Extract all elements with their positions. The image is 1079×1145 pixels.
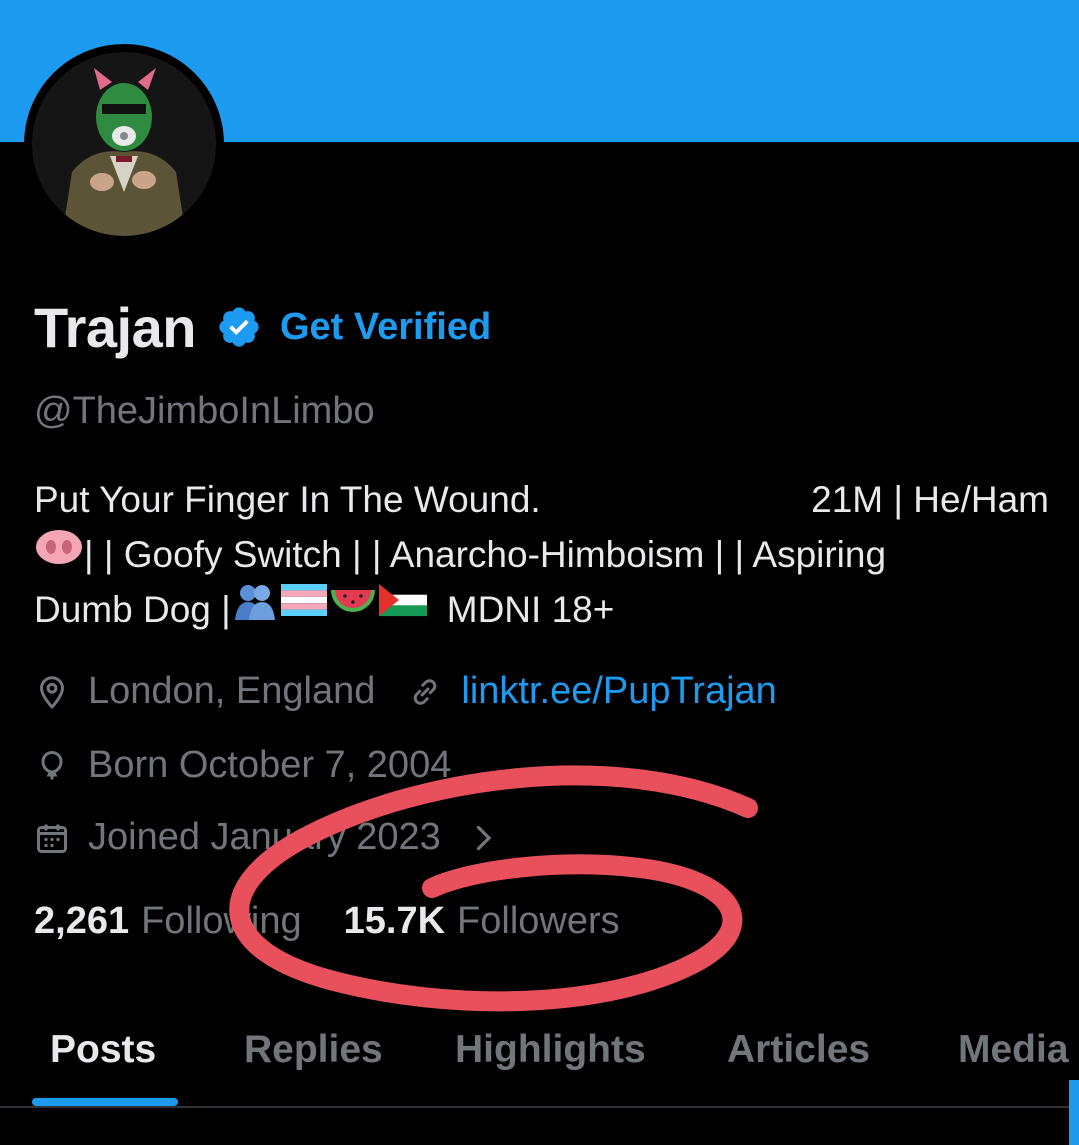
scroll-edge-indicator [1069, 1080, 1079, 1145]
profile-tabs: Posts Replies Highlights Articles Media [0, 1020, 1079, 1108]
bio-line-1: Put Your Finger In The Wound. 21M | He/H… [34, 472, 1049, 527]
meta-row-location: London, England linktr.ee/PupTrajan [34, 670, 777, 713]
bio-text: Put Your Finger In The Wound. [34, 479, 541, 520]
location-pin-icon [39, 675, 65, 709]
meta-row-joined: Joined January 2023 [34, 816, 501, 859]
following-link[interactable]: 2,261 Following [34, 900, 302, 943]
watermelon-icon [330, 590, 375, 612]
bio-text: Dumb Dog | [34, 589, 231, 630]
tabs-divider [0, 1106, 1079, 1108]
link-icon [414, 678, 437, 705]
name-row: Trajan Get Verified [34, 292, 491, 362]
avatar-illustration [32, 52, 216, 236]
following-count: 2,261 [34, 900, 130, 942]
location-text: London, England [88, 670, 376, 712]
avatar-image [32, 52, 216, 236]
calendar-icon [37, 824, 67, 853]
meta-row-birthday: Born October 7, 2004 [34, 744, 451, 787]
display-name: Trajan [34, 295, 196, 359]
joined-text: Joined January 2023 [88, 816, 441, 858]
followers-link[interactable]: 15.7K Followers [344, 900, 620, 943]
palestine-flag-icon [378, 584, 427, 617]
bio-line-2: | | Goofy Switch | | Anarcho-Himboism | … [34, 527, 1049, 582]
follow-stats: 2,261 Following 15.7K Followers [34, 900, 620, 943]
bio: Put Your Finger In The Wound. 21M | He/H… [34, 472, 1049, 637]
bio-text: | | Goofy Switch | | Anarcho-Himboism | … [84, 534, 887, 575]
people-hugging-icon [234, 585, 275, 620]
bio-text: 21M | He/Ham [811, 479, 1049, 520]
tab-replies[interactable]: Replies [244, 1028, 383, 1072]
followers-label: Followers [457, 900, 620, 942]
following-label: Following [141, 900, 302, 942]
tab-media[interactable]: Media [958, 1028, 1069, 1072]
get-verified-link[interactable]: Get Verified [280, 306, 491, 349]
tab-posts[interactable]: Posts [50, 1028, 156, 1072]
birthday-text: Born October 7, 2004 [88, 744, 452, 786]
verified-badge-icon[interactable] [216, 304, 262, 350]
handle: @TheJimboInLimbo [34, 390, 375, 432]
chevron-right-icon[interactable] [465, 820, 501, 856]
active-tab-indicator [32, 1098, 178, 1106]
tab-highlights[interactable]: Highlights [455, 1028, 646, 1072]
balloon-icon [41, 750, 63, 779]
transgender-flag-icon [280, 584, 327, 616]
pig-nose-icon [36, 530, 82, 564]
avatar[interactable] [24, 44, 224, 244]
followers-count: 15.7K [343, 900, 446, 942]
tab-articles[interactable]: Articles [727, 1028, 870, 1072]
profile-website-link[interactable]: linktr.ee/PupTrajan [461, 670, 776, 713]
bio-text: MDNI 18+ [446, 589, 615, 630]
bio-line-3: Dumb Dog | MDNI 18+ [34, 582, 1049, 637]
